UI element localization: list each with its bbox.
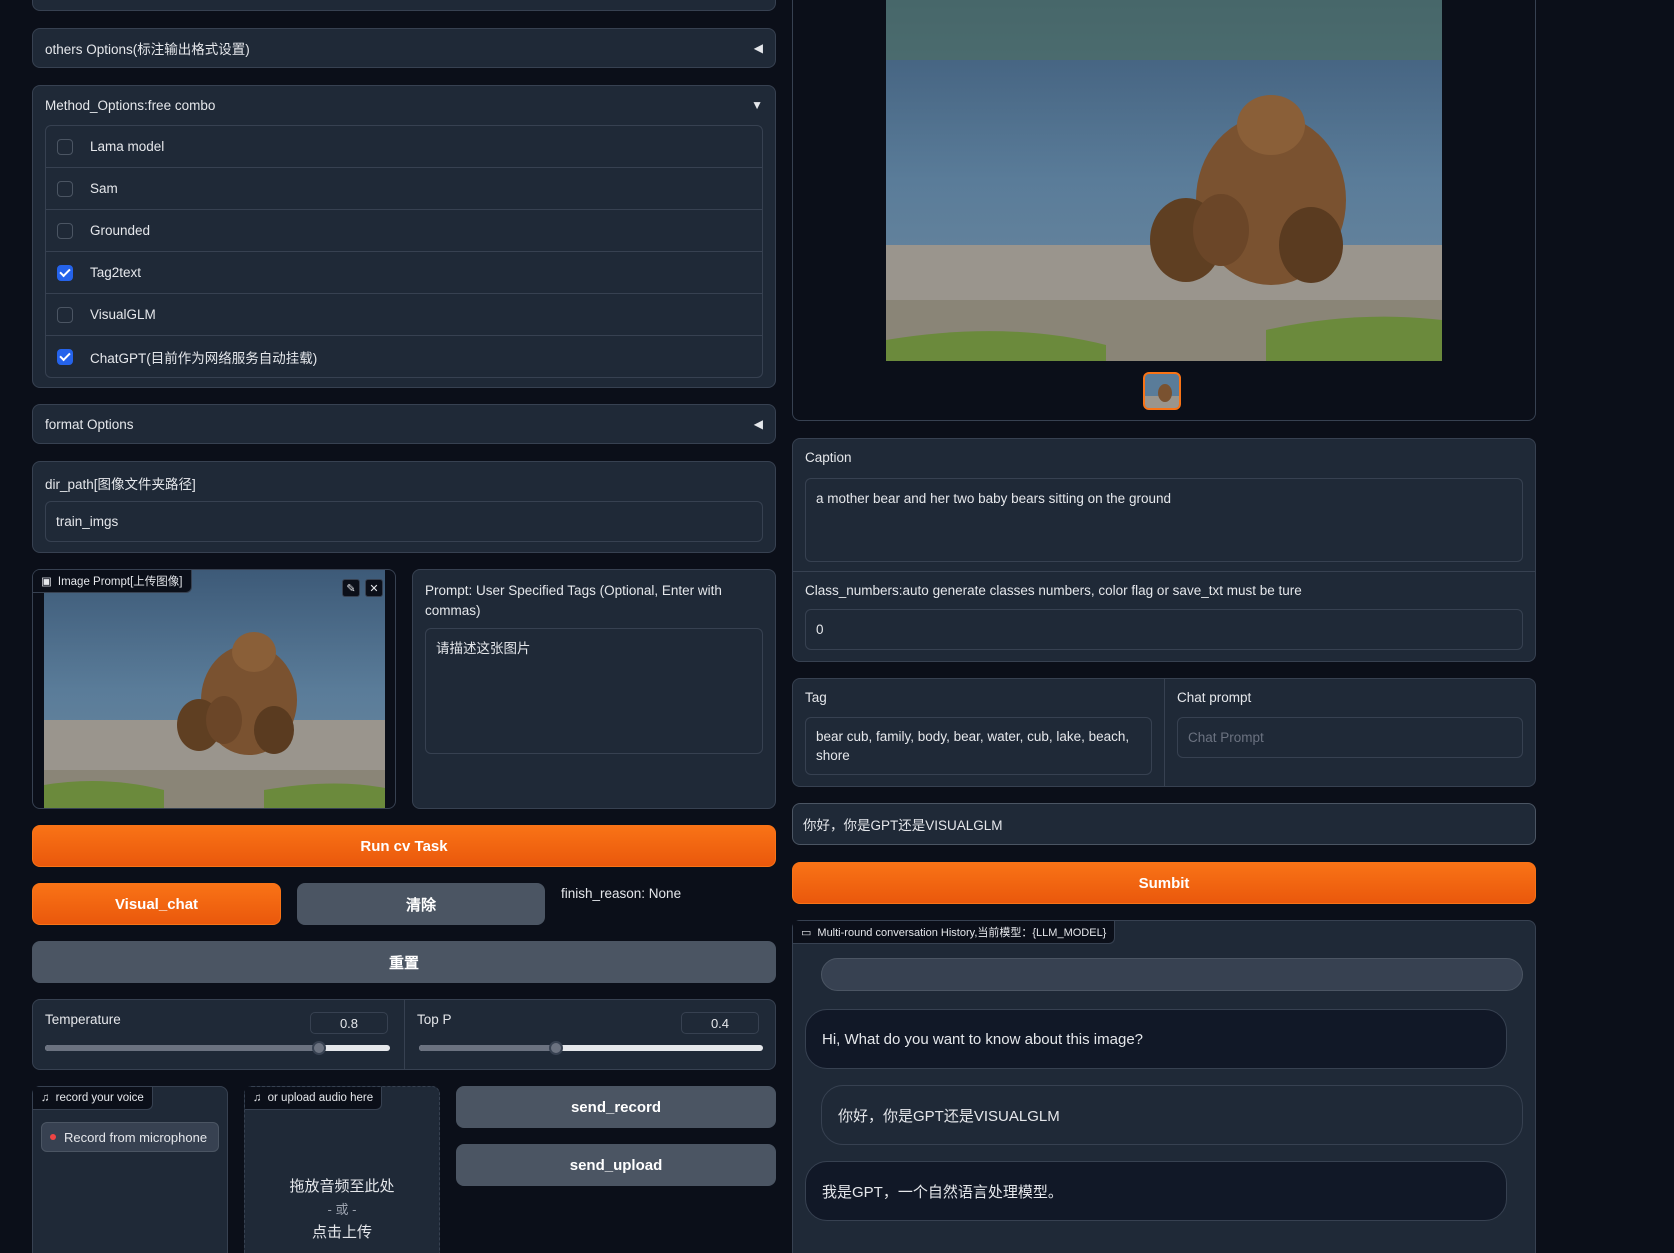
others-options-title: others Options(标注输出格式设置)	[45, 42, 250, 57]
top-p-slider-fill	[419, 1045, 557, 1051]
method-item-tag2text[interactable]: Tag2text	[46, 252, 762, 294]
record-dot-icon	[50, 1134, 56, 1140]
checkbox-checked[interactable]	[57, 264, 73, 281]
method-item-visualglm[interactable]: VisualGLM	[46, 294, 762, 336]
image-icon: ▣	[41, 576, 52, 588]
image-prompt-label: ▣ Image Prompt[上传图像]	[33, 570, 192, 593]
finish-reason-text: finish_reason: None	[561, 886, 682, 901]
close-icon[interactable]: ✕	[365, 579, 383, 597]
method-options-header[interactable]: Method_Options:free combo ▼	[33, 86, 775, 124]
bear-image-large[interactable]	[886, 0, 1442, 361]
expanded-arrow-icon[interactable]: ▼	[751, 98, 763, 112]
upload-audio-block[interactable]: ♫ or upload audio here 拖放音频至此处 - 或 - 点击上…	[244, 1086, 440, 1253]
dir-path-block: dir_path[图像文件夹路径] train_imgs	[32, 461, 776, 553]
caption-block: Caption a mother bear and her two baby b…	[792, 438, 1536, 662]
method-label: Sam	[90, 181, 118, 196]
method-label: Lama model	[90, 139, 165, 154]
caption-textarea[interactable]: a mother bear and her two baby bears sit…	[805, 478, 1523, 562]
format-options-title: format Options	[45, 416, 134, 432]
method-options-accordion: Method_Options:free combo ▼ Lama model S…	[32, 85, 776, 388]
gallery-thumbnail[interactable]	[1143, 372, 1181, 410]
chat-prompt-label: Chat prompt	[1177, 690, 1252, 705]
prompt-label: Prompt: User Specified Tags (Optional, E…	[425, 583, 722, 618]
record-block: ♫ record your voice Record from micropho…	[32, 1086, 228, 1253]
checkbox-checked[interactable]	[57, 349, 73, 365]
gallery-block	[792, 0, 1536, 421]
upload-click-text: 点击上传	[311, 1224, 372, 1241]
message-input[interactable]: 你好，你是GPT还是VISUALGLM	[792, 803, 1536, 845]
submit-button[interactable]: Sumbit	[792, 862, 1536, 904]
tag-label: Tag	[805, 690, 827, 705]
music-note-icon: ♫	[41, 1092, 50, 1104]
record-label: ♫ record your voice	[33, 1087, 153, 1110]
upload-drop-text: 拖放音频至此处	[289, 1178, 395, 1195]
temperature-slider-thumb[interactable]	[312, 1041, 326, 1055]
method-options-title: Method_Options:free combo	[45, 97, 216, 113]
temperature-slider-fill	[45, 1045, 321, 1051]
caption-label: Caption	[805, 450, 852, 465]
method-label: Tag2text	[90, 265, 142, 280]
sliders-block: Temperature 0.8 Top P 0.4	[32, 999, 776, 1070]
method-label: Grounded	[90, 223, 151, 238]
record-microphone-button[interactable]: Record from microphone	[41, 1122, 219, 1152]
chat-message-bot: Hi, What do you want to know about this …	[805, 1009, 1507, 1069]
send-record-button[interactable]: send_record	[456, 1086, 776, 1128]
class-numbers-input[interactable]: 0	[805, 609, 1523, 650]
temperature-value-input[interactable]: 0.8	[310, 1012, 388, 1034]
chat-history-block: ▭ Multi-round conversation History,当前模型：…	[792, 920, 1536, 1253]
chat-prompt-input[interactable]: Chat Prompt	[1177, 717, 1523, 758]
top-p-label: Top P	[417, 1012, 452, 1027]
chat-message-bot: 我是GPT，一个自然语言处理模型。	[805, 1161, 1507, 1221]
collapsed-arrow-icon[interactable]: ◀	[754, 417, 763, 431]
tag-chat-block: Tag bear cub, family, body, bear, water,…	[792, 678, 1536, 787]
others-options-accordion[interactable]: others Options(标注输出格式设置) ◀	[32, 28, 776, 68]
image-prompt-block[interactable]: ▣ Image Prompt[上传图像] ✎ ✕	[32, 569, 396, 809]
checkbox[interactable]	[57, 306, 73, 323]
music-note-icon: ♫	[253, 1092, 262, 1104]
visual-chat-button[interactable]: Visual_chat	[32, 883, 281, 925]
class-numbers-label: Class_numbers:auto generate classes numb…	[805, 583, 1302, 598]
temperature-label: Temperature	[45, 1012, 121, 1027]
top-p-value-input[interactable]: 0.4	[681, 1012, 759, 1034]
top-collapsed-panel	[32, 0, 776, 11]
dir-path-label: dir_path[图像文件夹路径]	[45, 477, 196, 492]
clear-button[interactable]: 清除	[297, 883, 545, 925]
send-upload-button[interactable]: send_upload	[456, 1144, 776, 1186]
method-item-grounded[interactable]: Grounded	[46, 210, 762, 252]
chat-icon: ▭	[801, 926, 812, 939]
checkbox[interactable]	[57, 138, 73, 155]
chat-top-bubble	[821, 958, 1523, 991]
checkbox[interactable]	[57, 222, 73, 239]
top-p-slider-thumb[interactable]	[549, 1041, 563, 1055]
format-options-accordion[interactable]: format Options ◀	[32, 404, 776, 444]
tag-divider	[1164, 679, 1165, 786]
upload-label: ♫ or upload audio here	[245, 1087, 383, 1110]
dir-path-input[interactable]: train_imgs	[45, 501, 763, 542]
checkbox[interactable]	[57, 180, 73, 197]
method-label: ChatGPT(目前作为网络服务自动挂载)	[90, 351, 318, 366]
edit-icon[interactable]: ✎	[342, 579, 360, 597]
chat-history-label: ▭ Multi-round conversation History,当前模型：…	[793, 921, 1116, 944]
chat-message-user: 你好，你是GPT还是VISUALGLM	[821, 1085, 1523, 1145]
reset-button[interactable]: 重置	[32, 941, 776, 983]
upload-or-text: - 或 -	[327, 1202, 357, 1217]
method-item-chatgpt[interactable]: ChatGPT(目前作为网络服务自动挂载)	[46, 336, 762, 378]
tag-textarea[interactable]: bear cub, family, body, bear, water, cub…	[805, 717, 1152, 775]
prompt-textarea[interactable]: 请描述这张图片	[425, 628, 763, 754]
run-cv-task-button[interactable]: Run cv Task	[32, 825, 776, 867]
method-label: VisualGLM	[90, 307, 156, 322]
caption-divider	[793, 571, 1535, 572]
method-item-sam[interactable]: Sam	[46, 168, 762, 210]
method-checkbox-group: Lama model Sam Grounded Tag2text VisualG…	[45, 125, 763, 378]
slider-divider	[404, 1000, 405, 1069]
method-item-lama[interactable]: Lama model	[46, 126, 762, 168]
prompt-block: Prompt: User Specified Tags (Optional, E…	[412, 569, 776, 809]
collapsed-arrow-icon[interactable]: ◀	[754, 41, 763, 55]
bear-image	[44, 570, 385, 808]
